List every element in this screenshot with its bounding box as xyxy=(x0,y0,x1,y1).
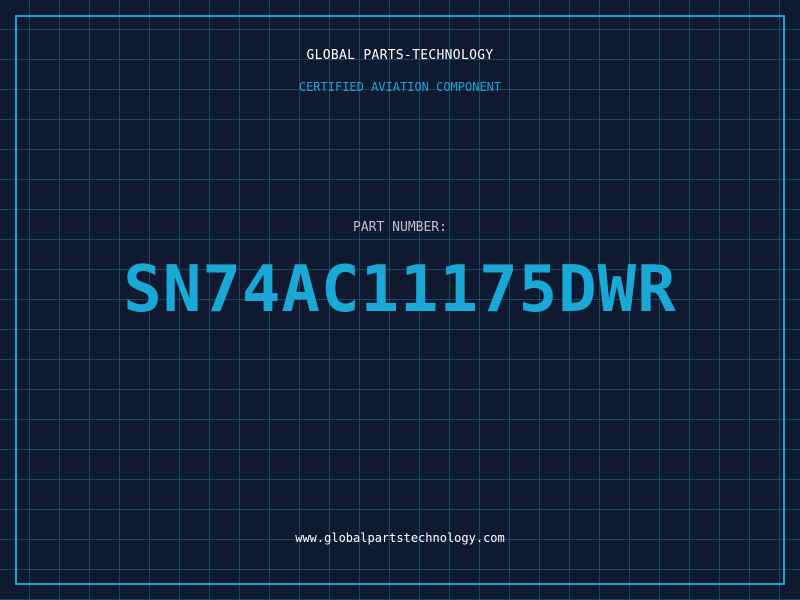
brand-name: GLOBAL PARTS-TECHNOLOGY xyxy=(306,48,494,63)
label-canvas: GLOBAL PARTS-TECHNOLOGY CERTIFIED AVIATI… xyxy=(0,0,800,600)
part-number-label: PART NUMBER: xyxy=(353,220,447,235)
certification-tagline: CERTIFIED AVIATION COMPONENT xyxy=(298,80,502,94)
website-url: www.globalpartstechnology.com xyxy=(295,531,505,545)
part-number-value: SN74AC11175DWR xyxy=(123,253,677,327)
